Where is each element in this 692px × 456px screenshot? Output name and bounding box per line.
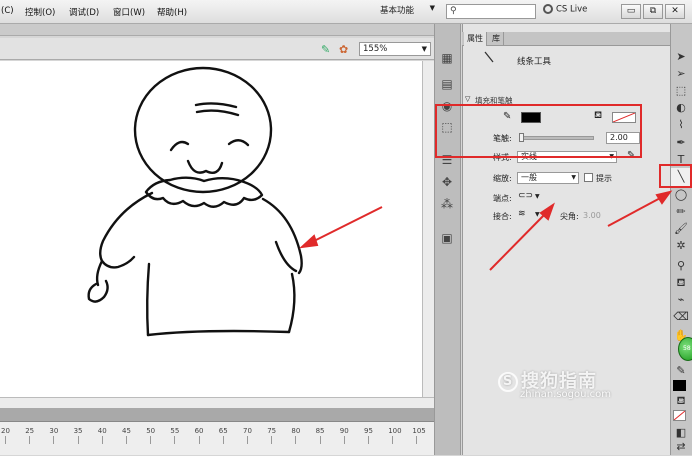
arrowhead [655, 190, 673, 205]
arrow-to-line-tool [607, 195, 665, 227]
floating-badge-icon[interactable]: 58 [678, 337, 692, 361]
arrow-to-drawing [307, 206, 383, 245]
watermark-url: zhinan.sogou.com [520, 389, 612, 400]
arrow-to-cap [489, 210, 549, 271]
arrowhead [298, 234, 319, 249]
sogou-logo-icon: S [498, 372, 518, 392]
